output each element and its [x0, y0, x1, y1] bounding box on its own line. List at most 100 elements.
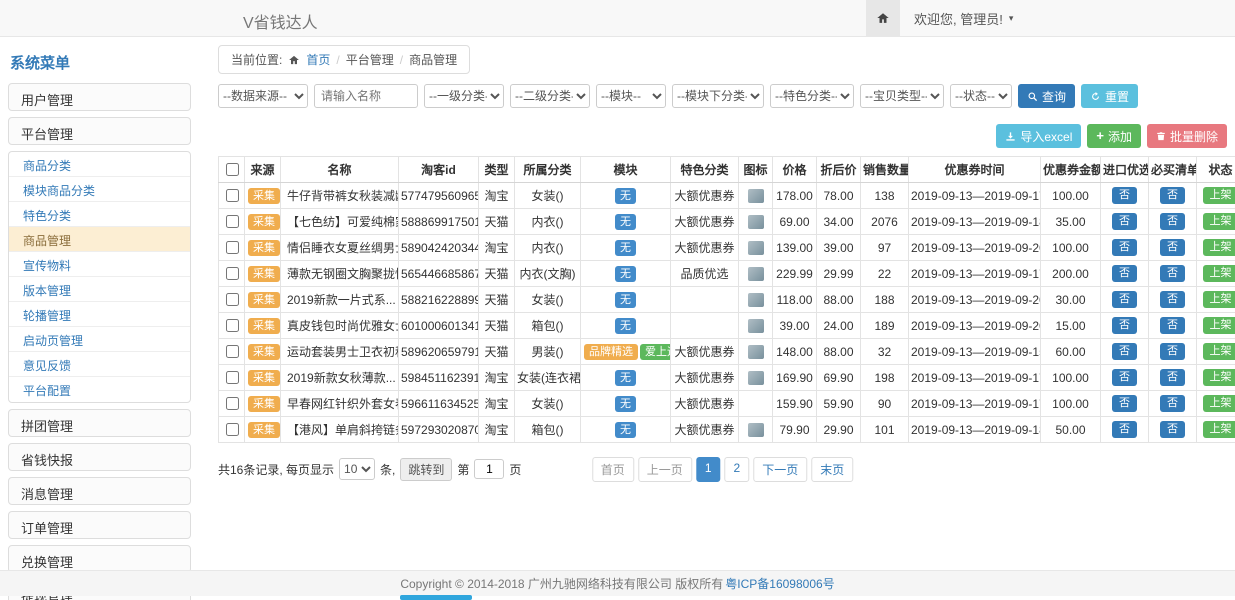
source-filter[interactable]: --数据来源-- — [218, 84, 308, 108]
import-optional-toggle[interactable]: 否 — [1112, 213, 1137, 230]
must-buy-toggle[interactable]: 否 — [1160, 291, 1185, 308]
sidebar-group[interactable]: 兑换管理 — [8, 545, 191, 573]
import-optional-toggle[interactable]: 否 — [1112, 239, 1137, 256]
row-checkbox[interactable] — [226, 345, 239, 358]
must-buy-toggle[interactable]: 否 — [1160, 265, 1185, 282]
status-button[interactable]: 上架 — [1203, 395, 1235, 412]
feature-category-filter[interactable]: --特色分类-- — [770, 84, 854, 108]
sidebar-item[interactable]: 版本管理 — [9, 277, 190, 302]
discount-price-cell: 88.00 — [817, 339, 861, 365]
must-buy-toggle[interactable]: 否 — [1160, 213, 1185, 230]
sidebar-item[interactable]: 意见反馈 — [9, 352, 190, 377]
row-checkbox[interactable] — [226, 215, 239, 228]
sidebar-group[interactable]: 平台管理 — [8, 117, 191, 145]
sidebar-group[interactable]: 消息管理 — [8, 477, 191, 505]
import-excel-button[interactable]: 导入excel — [996, 124, 1081, 148]
row-checkbox[interactable] — [226, 241, 239, 254]
level1-category-filter[interactable]: --一级分类-- — [424, 84, 504, 108]
pager-item[interactable]: 下一页 — [753, 457, 807, 482]
status-button[interactable]: 上架 — [1203, 369, 1235, 386]
row-checkbox[interactable] — [226, 267, 239, 280]
import-optional-toggle[interactable]: 否 — [1112, 421, 1137, 438]
pager-item[interactable]: 上一页 — [638, 457, 692, 482]
sidebar-item[interactable]: 宣传物料 — [9, 252, 190, 277]
records-count-text: 共16条记录, 每页显示 — [218, 461, 334, 478]
batch-delete-button[interactable]: 批量删除 — [1147, 124, 1227, 148]
must-buy-toggle[interactable]: 否 — [1160, 421, 1185, 438]
main-content: 当前位置: 首页 / 平台管理 / 商品管理 --数据来源----一级分类---… — [218, 45, 1227, 483]
sidebar-item[interactable]: 商品分类 — [9, 152, 190, 177]
status-button[interactable]: 上架 — [1203, 317, 1235, 334]
must-buy-toggle[interactable]: 否 — [1160, 239, 1185, 256]
category-cell: 内衣() — [515, 235, 581, 261]
home-button[interactable] — [866, 0, 900, 36]
app-brand[interactable]: V省钱达人 — [243, 9, 318, 33]
type-cell: 天猫 — [479, 339, 515, 365]
taoke-id-cell: 589042420344 — [399, 235, 479, 261]
status-button[interactable]: 上架 — [1203, 343, 1235, 360]
status-cell: 上架 — [1197, 209, 1235, 235]
coupon-amount-cell: 200.00 — [1041, 261, 1101, 287]
must-buy-toggle[interactable]: 否 — [1160, 187, 1185, 204]
sidebar-group[interactable]: 拼团管理 — [8, 409, 191, 437]
pager-item[interactable]: 2 — [725, 457, 750, 482]
pager-item[interactable]: 末页 — [811, 457, 853, 482]
sidebar-group[interactable]: 省钱快报 — [8, 443, 191, 471]
status-button[interactable]: 上架 — [1203, 291, 1235, 308]
search-button[interactable]: 查询 — [1018, 84, 1075, 108]
icp-link[interactable]: 粤ICP备16098006号 — [725, 575, 834, 592]
source-cell: 采集 — [245, 261, 281, 287]
sidebar-item[interactable]: 商品管理 — [9, 227, 190, 252]
row-checkbox[interactable] — [226, 423, 239, 436]
status-button[interactable]: 上架 — [1203, 187, 1235, 204]
module-filter[interactable]: --模块-- — [596, 84, 666, 108]
sales-cell: 188 — [861, 287, 909, 313]
pager-item[interactable]: 1 — [696, 457, 721, 482]
breadcrumb-home-link[interactable]: 首页 — [306, 51, 330, 68]
must-buy-toggle[interactable]: 否 — [1160, 395, 1185, 412]
row-checkbox[interactable] — [226, 189, 239, 202]
import-optional-toggle[interactable]: 否 — [1112, 395, 1137, 412]
row-checkbox[interactable] — [226, 397, 239, 410]
sidebar-item[interactable]: 轮播管理 — [9, 302, 190, 327]
must-buy-toggle[interactable]: 否 — [1160, 343, 1185, 360]
import-optional-toggle[interactable]: 否 — [1112, 343, 1137, 360]
import-optional-toggle[interactable]: 否 — [1112, 265, 1137, 282]
status-button[interactable]: 上架 — [1203, 213, 1235, 230]
status-button[interactable]: 上架 — [1203, 421, 1235, 438]
page-number-input[interactable] — [474, 459, 504, 479]
sidebar-item[interactable]: 特色分类 — [9, 202, 190, 227]
must-buy-toggle[interactable]: 否 — [1160, 317, 1185, 334]
status-filter[interactable]: --状态-- — [950, 84, 1012, 108]
import-optional-toggle[interactable]: 否 — [1112, 291, 1137, 308]
select-all-checkbox[interactable] — [226, 163, 239, 176]
import-optional-toggle[interactable]: 否 — [1112, 317, 1137, 334]
taoke-id-cell: 565446685867 — [399, 261, 479, 287]
product-name-cell: 早春网红针织外套女春... — [281, 391, 399, 417]
item-type-filter[interactable]: --宝贝类型-- — [860, 84, 944, 108]
welcome-text: 欢迎您, 管理员! — [914, 9, 1003, 28]
must-buy-toggle[interactable]: 否 — [1160, 369, 1185, 386]
row-checkbox[interactable] — [226, 371, 239, 384]
per-page-select[interactable]: 10 — [339, 458, 375, 480]
jump-button[interactable]: 跳转到 — [400, 458, 452, 481]
sidebar-group[interactable]: 订单管理 — [8, 511, 191, 539]
row-checkbox[interactable] — [226, 319, 239, 332]
status-button[interactable]: 上架 — [1203, 265, 1235, 282]
import-optional-toggle[interactable]: 否 — [1112, 187, 1137, 204]
status-button[interactable]: 上架 — [1203, 239, 1235, 256]
sidebar-item[interactable]: 启动页管理 — [9, 327, 190, 352]
level2-category-filter[interactable]: --二级分类-- — [510, 84, 590, 108]
sidebar-group[interactable]: 用户管理 — [8, 83, 191, 111]
import-optional-toggle[interactable]: 否 — [1112, 369, 1137, 386]
horizontal-scrollbar-thumb[interactable] — [400, 595, 472, 600]
pager-item[interactable]: 首页 — [592, 457, 634, 482]
name-search-input[interactable] — [314, 84, 418, 108]
module-subcategory-filter[interactable]: --模块下分类-- — [672, 84, 764, 108]
user-menu[interactable]: 欢迎您, 管理员! ▾ — [900, 0, 1027, 36]
reset-button[interactable]: 重置 — [1081, 84, 1138, 108]
add-button[interactable]: + 添加 — [1087, 124, 1141, 148]
sidebar-item[interactable]: 模块商品分类 — [9, 177, 190, 202]
row-checkbox[interactable] — [226, 293, 239, 306]
sidebar-item[interactable]: 平台配置 — [9, 377, 190, 402]
